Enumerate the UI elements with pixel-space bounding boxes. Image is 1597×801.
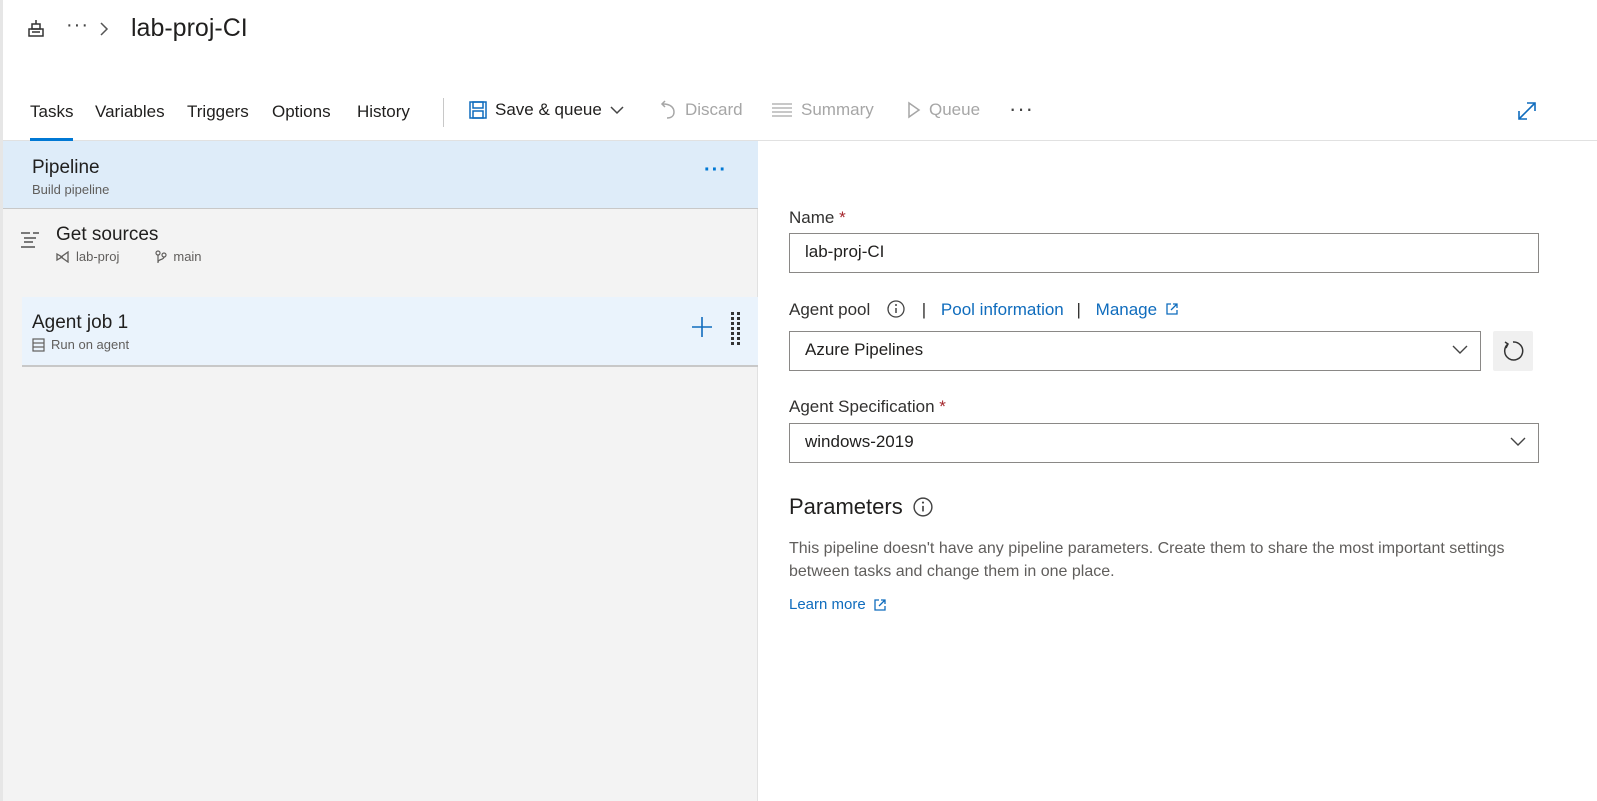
external-link-icon [1166, 303, 1178, 315]
repo-icon [56, 250, 69, 263]
external-link-icon [874, 598, 886, 611]
agent-spec-label-text: Agent Specification [789, 397, 935, 416]
agent-job-subtitle: Run on agent [51, 337, 130, 352]
expand-icon[interactable] [1516, 100, 1538, 122]
agent-pool-dropdown[interactable]: Azure Pipelines [789, 331, 1481, 371]
undo-icon [660, 100, 675, 119]
breadcrumb-more[interactable]: ··· [66, 14, 89, 37]
pool-information-link[interactable]: Pool information [941, 300, 1064, 319]
pipeline-properties-panel: Name * lab-proj-CI Agent pool | Pool inf… [759, 141, 1597, 801]
chevron-right-icon [98, 20, 110, 38]
tab-history[interactable]: History [357, 102, 410, 141]
queue-button[interactable]: Queue [907, 100, 980, 120]
save-queue-button[interactable]: Save & queue [469, 100, 624, 120]
required-marker: * [939, 397, 946, 416]
summary-button[interactable]: Summary [771, 100, 874, 120]
agent-job-meta: Run on agent [32, 337, 129, 352]
play-icon [908, 101, 921, 119]
chevron-down-icon [1510, 437, 1526, 446]
tab-triggers[interactable]: Triggers [187, 102, 249, 141]
tab-variables[interactable]: Variables [95, 102, 165, 141]
agent-pool-value: Azure Pipelines [805, 340, 924, 359]
toolbar-divider [443, 98, 444, 127]
more-actions-button[interactable]: ··· [1009, 96, 1034, 122]
parameters-title: Parameters [789, 494, 903, 519]
required-marker: * [839, 208, 846, 227]
learn-more-text: Learn more [789, 596, 866, 613]
server-icon [32, 337, 45, 352]
agent-spec-label: Agent Specification * [789, 397, 946, 417]
parameters-heading: Parameters [789, 494, 933, 520]
name-label: Name * [789, 208, 846, 228]
pipeline-more-button[interactable]: ··· [704, 159, 727, 182]
refresh-icon [1503, 341, 1524, 361]
agent-job-item[interactable]: Agent job 1 Run on agent [22, 297, 758, 367]
page-title: lab-proj-CI [131, 14, 248, 42]
agent-specification-dropdown[interactable]: windows-2019 [789, 423, 1539, 463]
tab-options[interactable]: Options [272, 102, 331, 141]
get-sources-title: Get sources [56, 224, 159, 245]
chevron-down-icon [1452, 345, 1468, 354]
pipeline-title: Pipeline [32, 157, 100, 178]
save-icon [469, 101, 487, 119]
pipeline-item[interactable]: Pipeline Build pipeline ··· [3, 141, 758, 209]
separator: | [1076, 300, 1081, 319]
tab-tasks[interactable]: Tasks [30, 102, 74, 141]
agent-spec-value: windows-2019 [805, 432, 914, 451]
info-icon[interactable] [887, 300, 905, 318]
pipeline-name-value: lab-proj-CI [805, 242, 885, 261]
pipeline-toolbar: Tasks Variables Triggers Options History… [3, 88, 1597, 141]
pipeline-subtitle: Build pipeline [32, 182, 110, 197]
branch-name: main [173, 249, 202, 264]
separator: | [921, 300, 927, 319]
build-pipeline-icon[interactable] [27, 20, 45, 38]
sources-icon [20, 231, 40, 249]
save-queue-label: Save & queue [495, 100, 602, 119]
discard-button[interactable]: Discard [659, 100, 743, 120]
pipeline-name-input[interactable]: lab-proj-CI [789, 233, 1539, 273]
info-icon[interactable] [913, 497, 933, 517]
repo-name: lab-proj [76, 249, 120, 264]
name-label-text: Name [789, 208, 835, 227]
summary-label: Summary [801, 100, 874, 119]
queue-label: Queue [929, 100, 981, 119]
discard-label: Discard [685, 100, 743, 119]
refresh-button[interactable] [1493, 331, 1533, 371]
page-header: ··· lab-proj-CI [0, 0, 1597, 60]
get-sources-item[interactable]: Get sources lab-proj main [3, 209, 758, 279]
drag-handle-icon[interactable] [730, 311, 742, 347]
parameters-description: This pipeline doesn't have any pipeline … [789, 540, 1505, 580]
agent-pool-label-row: Agent pool | Pool information | Manage [789, 300, 1178, 320]
chevron-down-icon [610, 106, 624, 115]
pipeline-task-list: Pipeline Build pipeline ··· Get sources … [3, 141, 758, 801]
list-icon [772, 103, 792, 117]
agent-job-title: Agent job 1 [32, 312, 129, 333]
learn-more-link[interactable]: Learn more [789, 596, 886, 613]
sources-meta: lab-proj main [56, 249, 202, 264]
add-task-icon[interactable] [690, 315, 714, 339]
branch-icon [155, 249, 167, 263]
manage-link[interactable]: Manage [1096, 300, 1157, 319]
agent-pool-label: Agent pool [789, 300, 871, 319]
